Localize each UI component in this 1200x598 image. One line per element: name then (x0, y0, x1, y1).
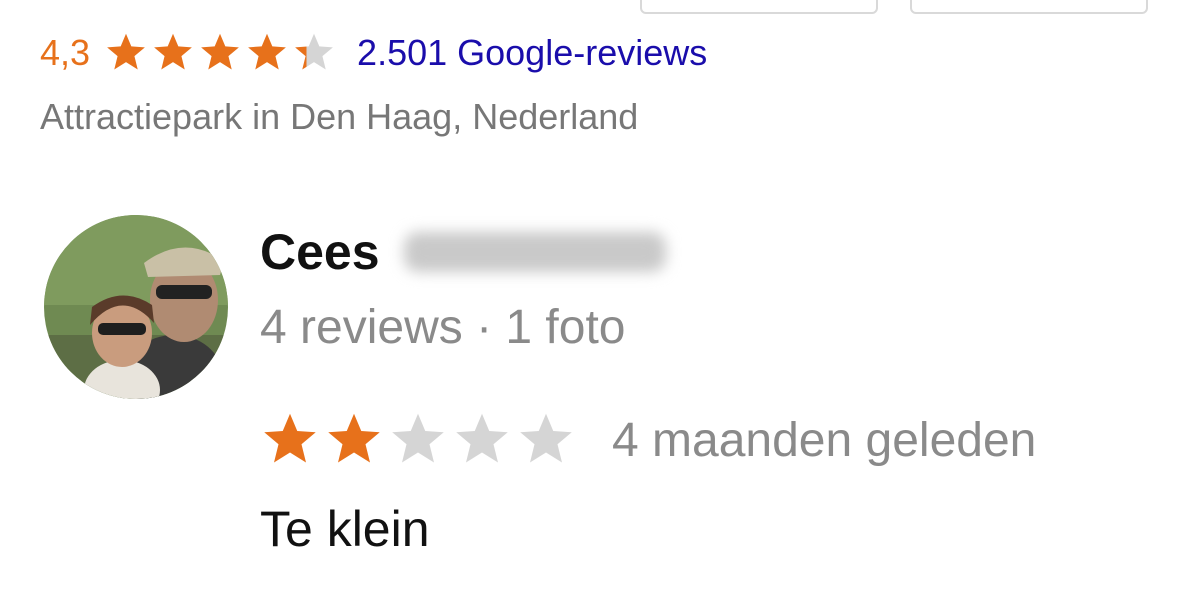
reviewer-name-row: Cees (260, 220, 666, 284)
star-icon (154, 33, 192, 70)
review-time-ago: 4 maanden geleden (612, 413, 1037, 467)
place-category-location: Attractiepark in Den Haag, Nederland (40, 96, 639, 137)
place-rating-row: 4,3 2.501 Google-reviews (40, 28, 707, 78)
star-icon (520, 413, 572, 463)
star-icon (264, 413, 316, 463)
star-icon (328, 413, 380, 463)
reviewer-name[interactable]: Cees (260, 223, 380, 281)
star-icon (201, 33, 239, 70)
star-icon (248, 33, 286, 70)
review-text: Te klein (260, 501, 430, 557)
star-icon (107, 33, 145, 70)
star-icon (295, 33, 333, 70)
reviewer-stats: 4 reviews · 1 foto (260, 301, 626, 354)
place-rating-stars (104, 31, 339, 75)
review-rating-stars (260, 410, 580, 470)
star-icon (456, 413, 508, 463)
star-icon (392, 413, 444, 463)
top-action-button-1[interactable] (640, 0, 878, 14)
reviewer-surname-blurred (403, 232, 666, 272)
reviewer-avatar[interactable] (44, 215, 228, 399)
google-reviews-link[interactable]: 2.501 Google-reviews (357, 32, 707, 74)
place-rating-value: 4,3 (40, 32, 91, 73)
review-rating-row: 4 maanden geleden (260, 405, 1036, 475)
top-action-button-2[interactable] (910, 0, 1148, 14)
page: 4,3 2.501 Google-reviews Attractiepark i… (0, 0, 1200, 598)
